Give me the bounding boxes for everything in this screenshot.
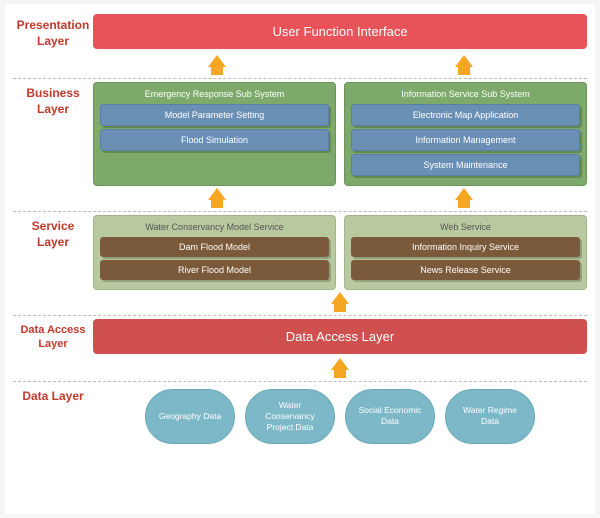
data-cylinders-area: Geography Data Water Conservancy Project… xyxy=(93,385,587,448)
data-layer-row: Data Layer Geography Data Water Conserva… xyxy=(13,385,587,448)
data-access-layer-label: Data Access Layer xyxy=(13,319,93,356)
water-conservancy-project-data: Water Conservancy Project Data xyxy=(245,389,335,444)
web-service-title: Web Service xyxy=(351,222,580,232)
arrow-head-5 xyxy=(331,292,349,304)
arrow-shaft-5 xyxy=(334,304,346,312)
emergency-subsystem-title: Emergency Response Sub System xyxy=(100,89,329,99)
emergency-subsystem: Emergency Response Sub System Model Para… xyxy=(93,82,336,186)
arrow-shaft-1 xyxy=(211,67,223,75)
presentation-layer-label: PresentationLayer xyxy=(13,14,93,53)
divider-2 xyxy=(13,211,587,212)
arrow-biz-svc-right xyxy=(455,188,473,208)
arrow-shaft-4 xyxy=(458,200,470,208)
social-economic-data: Social Economic Data xyxy=(345,389,435,444)
data-access-layer-content: Data Access Layer xyxy=(93,319,587,356)
arrow-biz-svc-left xyxy=(208,188,226,208)
business-layer-row: Business Layer Emergency Response Sub Sy… xyxy=(13,82,587,186)
arrow-pres-biz-right xyxy=(455,55,473,75)
service-layer-content: Water Conservancy Model Service Dam Floo… xyxy=(93,215,587,290)
service-layer-row: Service Layer Water Conservancy Model Se… xyxy=(13,215,587,290)
arrow-dal-data xyxy=(331,358,349,378)
arrow-head-3 xyxy=(208,188,226,200)
dam-flood-model: Dam Flood Model xyxy=(100,237,329,257)
arrow-shaft-6 xyxy=(334,370,346,378)
water-conservancy-service: Water Conservancy Model Service Dam Floo… xyxy=(93,215,336,290)
geography-data: Geography Data xyxy=(145,389,235,444)
arrow-shaft-2 xyxy=(458,67,470,75)
divider-4 xyxy=(13,381,587,382)
data-access-box: Data Access Layer xyxy=(93,319,587,354)
presentation-layer-row: PresentationLayer User Function Interfac… xyxy=(13,14,587,53)
data-layer-label: Data Layer xyxy=(13,385,93,448)
data-layer-content: Geography Data Water Conservancy Project… xyxy=(93,385,587,448)
arrow-head-1 xyxy=(208,55,226,67)
divider-1 xyxy=(13,78,587,79)
arrow-shaft-3 xyxy=(211,200,223,208)
arrow-pres-biz-left xyxy=(208,55,226,75)
model-parameter-module: Model Parameter Setting xyxy=(100,104,329,126)
arrow-head-4 xyxy=(455,188,473,200)
business-layer-label: Business Layer xyxy=(13,82,93,186)
flood-simulation-module: Flood Simulation xyxy=(100,129,329,151)
user-function-interface: User Function Interface xyxy=(93,14,587,49)
arrow-head-2 xyxy=(455,55,473,67)
divider-3 xyxy=(13,315,587,316)
info-management-module: Information Management xyxy=(351,129,580,151)
web-service: Web Service Information Inquiry Service … xyxy=(344,215,587,290)
business-area: Emergency Response Sub System Model Para… xyxy=(93,82,587,186)
water-conservancy-title: Water Conservancy Model Service xyxy=(100,222,329,232)
electronic-map-module: Electronic Map Application xyxy=(351,104,580,126)
news-release-service: News Release Service xyxy=(351,260,580,280)
river-flood-model: River Flood Model xyxy=(100,260,329,280)
system-maintenance-module: System Maintenance xyxy=(351,154,580,176)
water-regime-data: Water Regime Data xyxy=(445,389,535,444)
arrow-svc-dal xyxy=(331,292,349,312)
arrow-head-6 xyxy=(331,358,349,370)
service-area: Water Conservancy Model Service Dam Floo… xyxy=(93,215,587,290)
business-layer-content: Emergency Response Sub System Model Para… xyxy=(93,82,587,186)
service-layer-label: Service Layer xyxy=(13,215,93,290)
architecture-diagram: PresentationLayer User Function Interfac… xyxy=(5,4,595,514)
info-inquiry-service: Information Inquiry Service xyxy=(351,237,580,257)
presentation-layer-content: User Function Interface xyxy=(93,14,587,53)
info-service-subsystem: Information Service Sub System Electroni… xyxy=(344,82,587,186)
data-access-layer-row: Data Access Layer Data Access Layer xyxy=(13,319,587,356)
info-service-subsystem-title: Information Service Sub System xyxy=(351,89,580,99)
